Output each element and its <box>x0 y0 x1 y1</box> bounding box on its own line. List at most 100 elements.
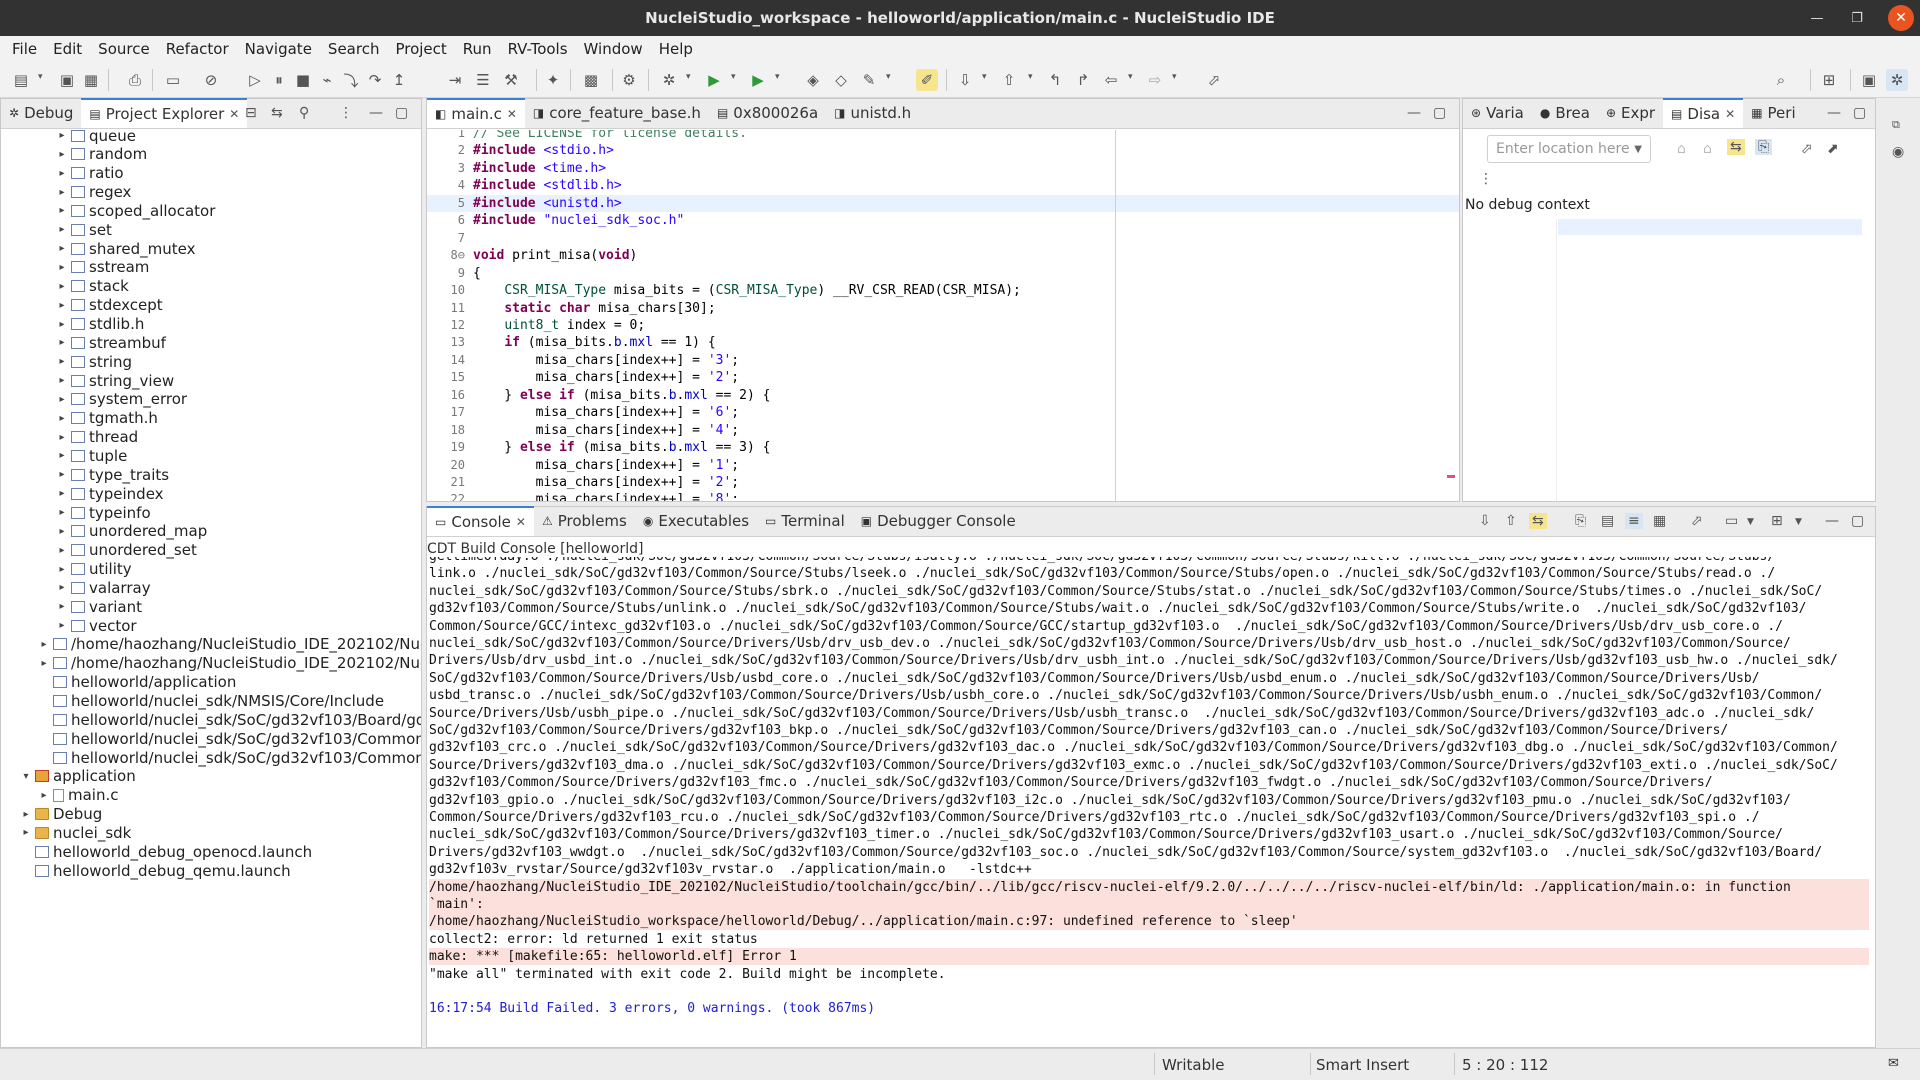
expand-arrow-icon[interactable]: ▸ <box>55 375 69 386</box>
suspend-icon[interactable]: ⏸ <box>268 69 290 91</box>
run-dropdown-icon[interactable]: ▾ <box>731 72 736 82</box>
refresh-view-icon[interactable]: ⬈ <box>1827 141 1839 157</box>
expand-arrow-icon[interactable]: ▸ <box>55 319 69 330</box>
terminate-icon[interactable]: ■ <box>292 69 314 91</box>
search-dropdown-icon[interactable]: ▾ <box>886 72 891 82</box>
notifications-icon[interactable]: ✉ <box>1888 1056 1899 1071</box>
open-console-dropdown-icon[interactable]: ▼ <box>1795 517 1802 527</box>
console-tab-console[interactable]: ▭ Console ✕ <box>427 506 534 536</box>
editor-tab-0x800026a[interactable]: ▤ 0x800026a <box>709 98 826 128</box>
expand-arrow-icon[interactable]: ▸ <box>37 658 51 669</box>
console-tab-problems[interactable]: ⚠ Problems <box>534 506 635 536</box>
expand-arrow-icon[interactable]: ▸ <box>55 507 69 518</box>
console-output[interactable]: gettimeofday.o ./nuclei_sdk/SoC/gd32vf10… <box>427 557 1875 1047</box>
show-source-icon[interactable]: ⎘ <box>1755 139 1773 155</box>
collapse-all-icon[interactable]: ⊟ <box>245 105 257 121</box>
external-tools-icon[interactable]: ▶ <box>747 69 769 91</box>
right-tab-peri[interactable]: ▦ Peri <box>1743 98 1803 128</box>
restore-icon[interactable]: ⧉ <box>1892 118 1900 132</box>
debug-perspective-icon[interactable]: ✲ <box>1886 69 1908 91</box>
export-icon[interactable]: ⬀ <box>1801 141 1813 157</box>
close-tab-icon[interactable]: ✕ <box>507 107 517 121</box>
expand-arrow-icon[interactable]: ▸ <box>55 432 69 443</box>
previous-annotation-icon[interactable]: ⇧ <box>998 69 1020 91</box>
maximize-view-icon[interactable]: ▢ <box>395 105 408 121</box>
expand-arrow-icon[interactable]: ▸ <box>55 394 69 405</box>
back-dropdown-icon[interactable]: ▾ <box>1128 72 1133 82</box>
pin-editor-icon[interactable]: ⬀ <box>1203 69 1225 91</box>
tab-project-explorer[interactable]: ▤ Project Explorer ✕ <box>81 98 248 128</box>
back-icon[interactable]: ⇦ <box>1100 69 1122 91</box>
location-dropdown-icon[interactable]: ▼ <box>1634 144 1642 155</box>
console-maximize-icon[interactable]: ▢ <box>1851 513 1864 529</box>
menu-navigate[interactable]: Navigate <box>237 40 320 58</box>
run-icon[interactable]: ▶ <box>703 69 725 91</box>
menu-search[interactable]: Search <box>320 40 388 58</box>
skip-breakpoints-icon[interactable]: ⊘ <box>200 69 222 91</box>
last-edit-location-icon[interactable]: ↰ <box>1044 69 1066 91</box>
editor-tab-unistdh[interactable]: ◨ unistd.h <box>826 98 919 128</box>
editor-minimize-icon[interactable]: — <box>1407 105 1421 121</box>
menu-source[interactable]: Source <box>90 40 158 58</box>
display-console-dropdown-icon[interactable]: ▼ <box>1747 517 1754 527</box>
forward-dropdown-icon[interactable]: ▾ <box>1172 72 1177 82</box>
mark-occurrences-icon[interactable]: ✐ <box>916 69 938 91</box>
disassembly-view-menu-icon[interactable]: ⋮ <box>1479 171 1493 187</box>
save-all-icon[interactable]: ▦ <box>80 69 102 91</box>
save-icon[interactable]: ▣ <box>56 69 78 91</box>
next-annotation-icon[interactable]: ⇩ <box>954 69 976 91</box>
view-menu-icon[interactable]: ⋮ <box>339 105 353 121</box>
expand-arrow-icon[interactable]: ▸ <box>55 564 69 575</box>
print-icon[interactable]: ⎙ <box>124 69 146 91</box>
expand-arrow-icon[interactable]: ▸ <box>19 809 33 820</box>
copy-output-icon[interactable]: ⎘ <box>1575 513 1586 529</box>
right-tab-disa[interactable]: ▤ Disa ✕ <box>1663 98 1744 128</box>
cc-perspective-icon[interactable]: ▣ <box>1858 69 1880 91</box>
forward-icon[interactable]: ⇨ <box>1144 69 1166 91</box>
clear-console-icon[interactable]: ▦ <box>1653 513 1666 529</box>
expand-arrow-icon[interactable]: ▸ <box>55 450 69 461</box>
open-task-icon[interactable]: ◇ <box>830 69 852 91</box>
scroll-lock-up-icon[interactable]: ⇧ <box>1505 513 1517 529</box>
expand-arrow-icon[interactable]: ▸ <box>55 356 69 367</box>
step-return-icon[interactable]: ↥ <box>388 69 410 91</box>
instruction-stepping-icon[interactable]: ⇥ <box>444 69 466 91</box>
debug-bug-icon[interactable]: ✲ <box>658 69 680 91</box>
editor-tab-mainc[interactable]: ◧ main.c ✕ <box>427 98 525 128</box>
scroll-lock-down-icon[interactable]: ⇩ <box>1479 513 1491 529</box>
expand-arrow-icon[interactable]: ▸ <box>55 582 69 593</box>
expand-arrow-icon[interactable]: ▾ <box>19 771 33 782</box>
external-tools-dropdown-icon[interactable]: ▾ <box>775 72 780 82</box>
resume-icon[interactable]: ▷ <box>244 69 266 91</box>
right-minimize-icon[interactable]: — <box>1827 105 1841 121</box>
menu-window[interactable]: Window <box>576 40 651 58</box>
settings-gear-icon[interactable]: ⚙ <box>618 69 640 91</box>
close-icon[interactable]: ✕ <box>1888 5 1914 31</box>
console-tab-executables[interactable]: ◉ Executables <box>635 506 757 536</box>
editor-tab-corefeaturebaseh[interactable]: ◨ core_feature_base.h <box>525 98 709 128</box>
search-toolbar-icon[interactable]: ✎ <box>858 69 880 91</box>
modules-icon[interactable]: ◉ <box>1892 144 1904 160</box>
pin-console-icon[interactable]: ⬀ <box>1691 513 1703 529</box>
tree-item[interactable]: helloworld_debug_qemu.launch <box>19 859 291 882</box>
step-over-icon[interactable]: ↷ <box>364 69 386 91</box>
expand-arrow-icon[interactable]: ▸ <box>55 488 69 499</box>
word-wrap-icon[interactable]: ≡ <box>1625 513 1643 529</box>
debug-dropdown-icon[interactable]: ▾ <box>686 72 691 82</box>
scroll-lock-icon[interactable]: ▤ <box>1601 513 1614 529</box>
expand-arrow-icon[interactable]: ▸ <box>55 281 69 292</box>
console-tab-debuggerconsole[interactable]: ▣ Debugger Console <box>853 506 1024 536</box>
package-icon[interactable]: ▩ <box>580 69 602 91</box>
expand-arrow-icon[interactable]: ▸ <box>37 790 51 801</box>
code-editor[interactable]: 1 // See LICENSE for license details. 2 #in… <box>427 130 1459 501</box>
expand-arrow-icon[interactable]: ▸ <box>55 469 69 480</box>
new-icon[interactable]: ▤ <box>10 69 32 91</box>
menu-edit[interactable]: Edit <box>45 40 90 58</box>
expand-arrow-icon[interactable]: ▸ <box>55 168 69 179</box>
menu-refactor[interactable]: Refactor <box>158 40 237 58</box>
expand-arrow-icon[interactable]: ▸ <box>55 205 69 216</box>
expand-arrow-icon[interactable]: ▸ <box>55 130 69 141</box>
filter-icon[interactable]: ⚲ <box>299 105 309 121</box>
maximize-icon[interactable]: ❐ <box>1848 11 1866 26</box>
console-minimize-icon[interactable]: — <box>1825 513 1839 529</box>
